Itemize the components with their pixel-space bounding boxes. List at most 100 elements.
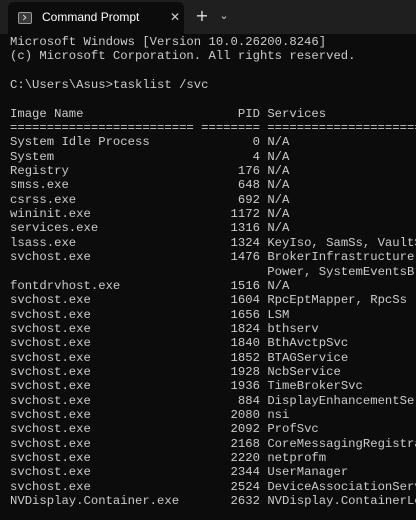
pid-cell: 1516 xyxy=(201,278,260,293)
services-cell: N/A xyxy=(267,149,290,164)
image-name-cell: svchost.exe xyxy=(10,321,202,336)
services-cell: NcbService xyxy=(267,364,341,379)
separator-line: ========================= ======== =====… xyxy=(10,121,416,136)
services-cell: BthAvctpSvc xyxy=(267,336,349,351)
process-row: svchost.exe 1656 LSM xyxy=(10,308,416,322)
pid-cell: 2344 xyxy=(201,465,260,480)
process-row: svchost.exe 2080 nsi xyxy=(10,408,416,422)
close-tab-icon[interactable]: ✕ xyxy=(168,9,182,25)
image-name-cell: svchost.exe xyxy=(10,450,202,465)
services-cell: N/A xyxy=(267,207,290,222)
pid-cell: 1656 xyxy=(201,307,260,322)
process-row: NVDisplay.Container.exe 2632 NVDisplay.C… xyxy=(10,494,416,508)
pid-cell: 2092 xyxy=(201,422,260,437)
pid-cell: 1928 xyxy=(201,364,260,379)
process-row: svchost.exe 1824 bthserv xyxy=(10,322,416,336)
column-services: Services xyxy=(267,106,327,121)
chevron-down-icon[interactable]: ⌄ xyxy=(216,8,232,24)
image-name-cell: System xyxy=(10,149,202,164)
services-cell: netprofm xyxy=(267,450,327,465)
column-image-name: Image Name xyxy=(10,106,202,121)
process-row: System Idle Process 0 N/A xyxy=(10,135,416,149)
process-row: svchost.exe 1852 BTAGService xyxy=(10,351,416,365)
services-cell: BrokerInfrastructure, DcomLaunch, xyxy=(267,250,416,265)
process-row: fontdrvhost.exe 1516 N/A xyxy=(10,279,416,293)
pid-cell: 1604 xyxy=(201,293,260,308)
pid-cell: 2220 xyxy=(201,450,260,465)
services-cell: RpcEptMapper, RpcSs xyxy=(267,293,407,308)
services-cell-continued: Power, SystemEventsBroker xyxy=(267,264,416,279)
image-name-cell: smss.exe xyxy=(10,178,202,193)
pid-cell: 1936 xyxy=(201,379,260,394)
image-name-cell: NVDisplay.Container.exe xyxy=(10,494,202,508)
console-header-line: (c) Microsoft Corporation. All rights re… xyxy=(10,49,356,64)
process-row: svchost.exe 2168 CoreMessagingRegistrar xyxy=(10,437,416,451)
services-cell: N/A xyxy=(267,221,290,236)
pid-cell: 1840 xyxy=(201,336,260,351)
image-name-cell: services.exe xyxy=(10,221,202,236)
services-cell: N/A xyxy=(267,178,290,193)
process-row: svchost.exe 1928 NcbService xyxy=(10,365,416,379)
process-row: lsass.exe 1324 KeyIso, SamSs, VaultSvc xyxy=(10,236,416,250)
pid-cell: 2168 xyxy=(201,436,260,451)
process-list: System Idle Process 0 N/A System 4 N/A Reg… xyxy=(10,135,416,508)
services-cell: KeyIso, SamSs, VaultSvc xyxy=(267,235,416,250)
process-row: Registry 176 N/A xyxy=(10,164,416,178)
process-row: services.exe 1316 N/A xyxy=(10,221,416,235)
terminal-icon xyxy=(18,12,32,24)
console-output[interactable]: Microsoft Windows [Version 10.0.26200.82… xyxy=(10,35,416,520)
command-line: C:\Users\Asus>tasklist /svc xyxy=(10,78,209,93)
process-row: svchost.exe 1936 TimeBrokerSvc xyxy=(10,379,416,393)
services-cell: N/A xyxy=(267,135,290,150)
pid-cell: 1852 xyxy=(201,350,260,365)
process-row: System 4 N/A xyxy=(10,150,416,164)
pid-cell: 1316 xyxy=(201,221,260,236)
image-name-cell: svchost.exe xyxy=(10,350,202,365)
services-cell: nsi xyxy=(267,407,290,422)
pid-cell: 4 xyxy=(201,149,260,164)
process-row: csrss.exe 692 N/A xyxy=(10,193,416,207)
column-header-row: Image Name PID Services xyxy=(10,107,416,121)
pid-cell: 884 xyxy=(201,393,260,408)
image-name-cell: svchost.exe xyxy=(10,379,202,394)
image-name-cell: svchost.exe xyxy=(10,422,202,437)
services-cell: TimeBrokerSvc xyxy=(267,379,363,394)
console-header-line: Microsoft Windows [Version 10.0.26200.82… xyxy=(10,35,327,49)
process-row: svchost.exe 884 DisplayEnhancementServic… xyxy=(10,394,416,408)
process-row: svchost.exe 1476 BrokerInfrastructure, D… xyxy=(10,250,416,264)
process-row: svchost.exe 2220 netprofm xyxy=(10,451,416,465)
process-row-continuation: Power, SystemEventsBroker xyxy=(10,265,416,279)
services-cell: DisplayEnhancementService xyxy=(267,393,416,408)
pid-cell: 2632 xyxy=(201,494,260,508)
pid-cell: 176 xyxy=(201,164,260,179)
image-name-cell: wininit.exe xyxy=(10,207,202,222)
image-name-cell: svchost.exe xyxy=(10,293,202,308)
new-tab-button[interactable]: + xyxy=(192,6,212,26)
process-row: wininit.exe 1172 N/A xyxy=(10,207,416,221)
process-row: svchost.exe 2092 ProfSvc xyxy=(10,422,416,436)
pid-cell: 1824 xyxy=(201,321,260,336)
services-cell: ProfSvc xyxy=(267,422,319,437)
image-name-cell: svchost.exe xyxy=(10,364,202,379)
services-cell: UserManager xyxy=(267,465,349,480)
pid-cell: 2524 xyxy=(201,479,260,494)
image-name-cell: svchost.exe xyxy=(10,407,202,422)
process-row: smss.exe 648 N/A xyxy=(10,178,416,192)
process-row: svchost.exe 2524 DeviceAssociationServic… xyxy=(10,480,416,494)
services-cell: DeviceAssociationService xyxy=(267,479,416,494)
image-name-cell: fontdrvhost.exe xyxy=(10,278,202,293)
services-cell: BTAGService xyxy=(267,350,349,365)
image-name-cell: svchost.exe xyxy=(10,436,202,451)
services-cell: NVDisplay.ContainerLocalSystem xyxy=(267,494,416,508)
image-name-cell: Registry xyxy=(10,164,202,179)
pid-cell: 1172 xyxy=(201,207,260,222)
tab-command-prompt[interactable]: Command Prompt ✕ xyxy=(8,2,184,34)
terminal-window: Command Prompt ✕ + ⌄ Microsoft Windows [… xyxy=(0,0,416,520)
process-row: svchost.exe 1840 BthAvctpSvc xyxy=(10,336,416,350)
image-name-cell: lsass.exe xyxy=(10,235,202,250)
image-name-cell: csrss.exe xyxy=(10,192,202,207)
pid-cell: 1476 xyxy=(201,250,260,265)
image-name-cell: svchost.exe xyxy=(10,250,202,265)
column-pid: PID xyxy=(201,106,260,121)
